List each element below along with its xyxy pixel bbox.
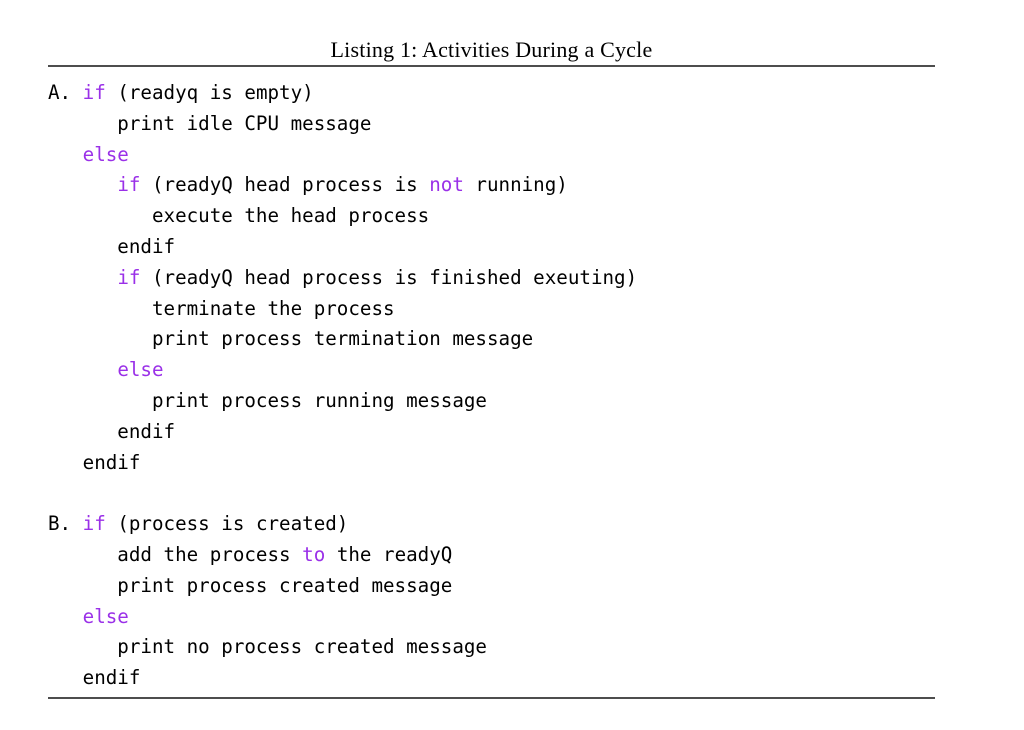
code-listing-figure: Listing 1: Activities During a Cycle A. … — [0, 0, 1024, 730]
code-keyword: not — [429, 173, 464, 197]
listing-bottom-rule — [48, 697, 935, 699]
code-line: if (readyQ head process is not running) — [48, 170, 988, 201]
code-text: (process is created) — [105, 512, 349, 536]
code-line: execute the head process — [48, 201, 988, 232]
code-text: endif — [48, 450, 141, 474]
code-line: B. if (process is created) — [48, 509, 988, 540]
code-text: print process created message — [48, 573, 453, 597]
code-line: endif — [48, 232, 988, 263]
code-text: print idle CPU message — [48, 111, 372, 135]
code-text: (readyQ head process is — [140, 173, 430, 197]
code-line: if (readyQ head process is finished exeu… — [48, 263, 988, 294]
code-line: print idle CPU message — [48, 109, 988, 140]
listing-caption: Listing 1: Activities During a Cycle — [330, 37, 653, 62]
code-text: (readyq is empty) — [105, 81, 314, 104]
pseudocode-block: A. if (readyq is empty) print idle CPU m… — [48, 78, 988, 694]
code-line: print process termination message — [48, 324, 988, 355]
code-text: endif — [48, 419, 176, 443]
code-line: print process created message — [48, 571, 988, 602]
code-keyword: if — [82, 512, 106, 536]
code-line: else — [48, 140, 988, 171]
code-line: endif — [48, 663, 988, 694]
code-line: endif — [48, 448, 988, 479]
code-line: print process running message — [48, 386, 988, 417]
code-text: endif — [48, 666, 141, 690]
code-line: else — [48, 602, 988, 633]
code-line: A. if (readyq is empty) — [48, 78, 988, 109]
code-text: endif — [48, 234, 176, 258]
code-keyword: if — [82, 81, 106, 104]
code-keyword: if — [117, 265, 141, 289]
code-line: terminate the process — [48, 294, 988, 325]
code-keyword: else — [82, 604, 129, 628]
code-line: else — [48, 355, 988, 386]
code-text: execute the head process — [48, 204, 430, 228]
code-line: endif — [48, 417, 988, 448]
code-text: B. — [48, 512, 83, 536]
code-text: print process running message — [48, 388, 487, 412]
code-keyword: to — [302, 542, 326, 566]
code-text: print process termination message — [48, 327, 534, 351]
code-keyword: else — [117, 358, 164, 382]
code-keyword: if — [117, 173, 141, 197]
code-line: print no process created message — [48, 632, 988, 663]
code-text: terminate the process — [48, 296, 395, 320]
code-keyword: else — [82, 142, 129, 166]
code-text: (readyQ head process is finished exeutin… — [140, 265, 638, 289]
code-text: print no process created message — [48, 635, 487, 659]
listing-top-rule — [48, 65, 935, 67]
code-text: A. — [48, 81, 83, 104]
code-text: the readyQ — [325, 542, 453, 566]
code-line: add the process to the readyQ — [48, 540, 988, 571]
code-text: add the process — [48, 542, 303, 566]
code-text: running) — [463, 173, 568, 197]
